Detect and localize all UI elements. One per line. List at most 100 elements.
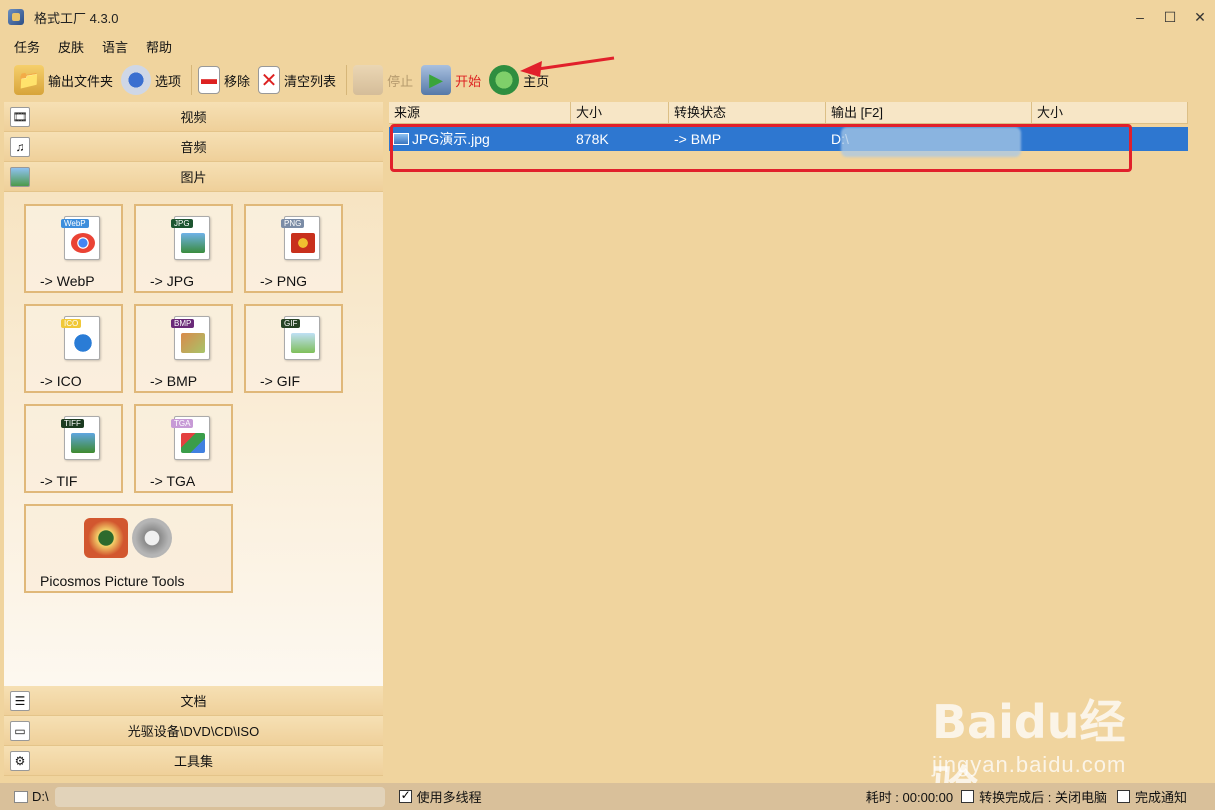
table-header: 来源 大小 转换状态 输出 [F2] 大小 (389, 102, 1188, 124)
shutdown-checkbox[interactable] (961, 790, 975, 803)
shutdown-option[interactable]: 转换完成后 : 关闭电脑 (961, 787, 1107, 806)
category-document-label: 文档 (180, 694, 207, 709)
remove-button[interactable]: ▬ 移除 (198, 62, 250, 98)
gif-label: -> GIF (260, 373, 301, 389)
menu-skin[interactable]: 皮肤 (56, 35, 86, 58)
redacted-path (54, 786, 385, 807)
minimize-button[interactable]: – (1125, 0, 1155, 34)
close-button[interactable]: ✕ (1185, 0, 1215, 34)
jpg-label: -> JPG (150, 273, 194, 289)
clear-list-button[interactable]: ✕ 清空列表 (258, 62, 336, 98)
tif-file-icon: TIFF (61, 416, 100, 460)
window-title: 格式工厂 4.3.0 (34, 10, 119, 26)
notify-checkbox[interactable] (1116, 790, 1130, 803)
multithread-label: 使用多线程 (416, 790, 482, 805)
picosmos-icon (84, 518, 128, 558)
webp-tag: WebP (61, 219, 89, 228)
maximize-button[interactable]: ☐ (1155, 0, 1185, 34)
png-label: -> PNG (260, 273, 308, 289)
col-output[interactable]: 输出 [F2] (826, 102, 1032, 124)
stop-button[interactable]: 停止 (353, 62, 413, 98)
convert-tga-tile[interactable]: TGA -> TGA (134, 404, 233, 493)
gif-tag: GIF (281, 319, 301, 328)
toolbar-divider (191, 65, 193, 95)
picosmos-label: Picosmos Picture Tools (40, 573, 185, 589)
tga-label: -> TGA (150, 473, 196, 489)
gear-icon (132, 518, 172, 558)
ico-label: -> ICO (40, 373, 82, 389)
convert-bmp-tile[interactable]: BMP -> BMP (134, 304, 233, 393)
shutdown-label: 转换完成后 : 关闭电脑 (979, 790, 1107, 805)
task-list-panel: 来源 大小 转换状态 输出 [F2] 大小 JPG演示.jpg 878K -> … (389, 102, 1215, 780)
tif-label: -> TIF (40, 473, 78, 489)
bmp-tag: BMP (171, 319, 195, 328)
red-arrow-annotation (520, 56, 615, 77)
clear-list-icon: ✕ (258, 66, 281, 94)
convert-webp-tile[interactable]: WebP -> WebP (24, 204, 123, 293)
title-bar: 格式工厂 4.3.0 – ☐ ✕ (0, 0, 1215, 34)
options-label: 选项 (155, 73, 182, 89)
col-output-size[interactable]: 大小 (1032, 102, 1188, 124)
output-folder-button[interactable]: 📁 输出文件夹 (14, 62, 113, 98)
category-picture[interactable]: 图片 (4, 162, 383, 192)
gif-file-icon: GIF (281, 316, 320, 360)
col-status[interactable]: 转换状态 (669, 102, 826, 124)
category-audio-label: 音频 (180, 140, 207, 155)
ico-file-icon: ICO (61, 316, 100, 360)
category-video-label: 视频 (180, 110, 207, 125)
jpg-tag: JPG (171, 219, 193, 228)
baidu-watermark: Baidu经验 jingyan.baidu.com (928, 680, 1168, 810)
convert-png-tile[interactable]: PNG -> PNG (244, 204, 343, 293)
stop-icon (353, 65, 384, 95)
col-size[interactable]: 大小 (571, 102, 669, 124)
category-tools-label: 工具集 (173, 754, 213, 769)
category-document[interactable]: ☰ 文档 (4, 686, 383, 716)
category-audio[interactable]: ♫ 音频 (4, 132, 383, 162)
options-button[interactable]: 选项 (121, 62, 181, 98)
webp-file-icon: WebP (61, 216, 100, 260)
remove-label: 移除 (224, 73, 251, 89)
convert-tif-tile[interactable]: TIFF -> TIF (24, 404, 123, 493)
output-folder-label: 输出文件夹 (48, 73, 114, 89)
gear-icon (121, 65, 152, 95)
multithread-option[interactable]: 使用多线程 (398, 787, 482, 806)
col-source[interactable]: 来源 (389, 102, 571, 124)
clear-list-label: 清空列表 (284, 73, 337, 89)
menu-language[interactable]: 语言 (100, 35, 130, 58)
png-tag: PNG (281, 219, 305, 228)
home-icon (489, 65, 520, 95)
drive-icon (14, 790, 28, 803)
red-highlight-box (390, 124, 1132, 172)
start-button[interactable]: ▶ 开始 (421, 62, 481, 98)
category-video[interactable]: 🎞 视频 (4, 102, 383, 132)
output-path-text: D:\ (32, 789, 49, 804)
notify-option[interactable]: 完成通知 (1116, 787, 1187, 806)
tga-tag: TGA (171, 419, 194, 428)
picosmos-tools-tile[interactable]: Picosmos Picture Tools (24, 504, 233, 593)
category-disc[interactable]: ▭ 光驱设备\DVD\CD\ISO (4, 716, 383, 746)
start-icon: ▶ (421, 65, 452, 95)
status-bar: D:\ 使用多线程 耗时 : 00:00:00 转换完成后 : 关闭电脑 完成通… (0, 783, 1215, 810)
convert-gif-tile[interactable]: GIF -> GIF (244, 304, 343, 393)
bmp-label: -> BMP (150, 373, 198, 389)
menu-help[interactable]: 帮助 (144, 35, 174, 58)
category-tools[interactable]: ⚙ 工具集 (4, 746, 383, 776)
folder-icon: 📁 (14, 65, 44, 95)
stop-label: 停止 (387, 73, 414, 89)
notify-label: 完成通知 (1134, 790, 1187, 805)
picture-tools-panel: WebP -> WebP JPG -> JPG PNG -> PNG ICO -… (4, 192, 383, 686)
tif-tag: TIFF (61, 419, 84, 428)
webp-label: -> WebP (40, 273, 95, 289)
menu-task[interactable]: 任务 (12, 35, 42, 58)
category-disc-label: 光驱设备\DVD\CD\ISO (127, 724, 260, 739)
output-path: D:\ (14, 786, 385, 807)
ico-tag: ICO (61, 319, 82, 328)
convert-jpg-tile[interactable]: JPG -> JPG (134, 204, 233, 293)
category-sidebar: 🎞 视频 ♫ 音频 图片 WebP -> WebP JPG -> JPG PNG (4, 102, 383, 780)
jpg-file-icon: JPG (171, 216, 210, 260)
bmp-file-icon: BMP (171, 316, 210, 360)
multithread-checkbox[interactable] (398, 788, 412, 803)
convert-ico-tile[interactable]: ICO -> ICO (24, 304, 123, 393)
elapsed-time: 耗时 : 00:00:00 (865, 790, 954, 805)
app-icon (8, 9, 24, 25)
